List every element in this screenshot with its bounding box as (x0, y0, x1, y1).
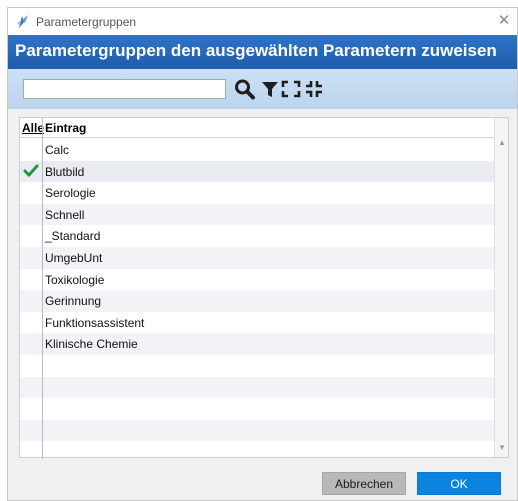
column-divider (42, 118, 43, 459)
table-row[interactable]: Serologie (20, 182, 496, 204)
row-label: Schnell (45, 207, 85, 222)
title-bar: Parametergruppen ✕ (8, 8, 517, 35)
app-logo-icon (17, 15, 28, 28)
dialog-heading: Parametergruppen den ausgewählten Parame… (15, 41, 497, 60)
parameter-group-grid: Alle Eintrag Calc Blutbild Serologie Schnel… (19, 117, 509, 459)
search-icon[interactable] (233, 78, 257, 100)
search-input[interactable] (23, 79, 226, 99)
scroll-down-icon[interactable]: ▼ (497, 443, 507, 453)
dialog-header: Parametergruppen den ausgewählten Parame… (8, 35, 517, 69)
close-button[interactable]: ✕ (493, 11, 515, 31)
table-row[interactable]: Schnell (20, 203, 496, 226)
row-label: UmgebUnt (45, 250, 103, 265)
toolbar (8, 69, 517, 109)
checkmark-icon[interactable] (23, 164, 39, 178)
table-row[interactable]: Gerinnung (20, 290, 496, 312)
dialog-window: Parametergruppen ✕ Parametergruppen den … (7, 7, 518, 501)
table-row[interactable] (20, 398, 496, 420)
table-row[interactable]: Blutbild (20, 160, 496, 183)
expand-icon[interactable] (279, 78, 303, 100)
row-label: Gerinnung (45, 294, 102, 309)
select-all-header[interactable]: Alle (22, 121, 44, 135)
grid-header: Alle Eintrag (20, 118, 496, 138)
table-row[interactable]: UmgebUnt (20, 246, 496, 269)
row-label: Serologie (45, 186, 96, 201)
cancel-button[interactable]: Abbrechen (322, 472, 406, 495)
table-row[interactable]: Calc (20, 139, 496, 161)
row-label: Toxikologie (45, 272, 105, 287)
row-label: Funktionsassistent (45, 315, 145, 330)
row-label: Klinische Chemie (45, 337, 138, 352)
entry-column-header[interactable]: Eintrag (45, 121, 86, 135)
table-row[interactable]: Klinische Chemie (20, 333, 496, 355)
table-row[interactable] (20, 441, 496, 463)
scroll-up-icon[interactable]: ▲ (497, 138, 507, 148)
vertical-scrollbar[interactable]: ▲ ▼ (494, 118, 508, 457)
table-row[interactable]: Toxikologie (20, 269, 496, 291)
table-row[interactable]: Funktionsassistent (20, 312, 496, 334)
ok-button[interactable]: OK (417, 472, 501, 495)
table-row[interactable]: _Standard (20, 225, 496, 247)
window-title: Parametergruppen (36, 15, 137, 29)
table-row[interactable] (20, 376, 496, 399)
row-label: Blutbild (45, 164, 85, 179)
row-label: Calc (45, 143, 70, 157)
table-row[interactable] (20, 355, 496, 377)
collapse-icon[interactable] (302, 78, 326, 100)
table-row[interactable] (20, 419, 496, 442)
row-label: _Standard (45, 229, 101, 244)
grid-rows: Calc Blutbild Serologie Schnell _Standard Umg… (20, 139, 496, 463)
